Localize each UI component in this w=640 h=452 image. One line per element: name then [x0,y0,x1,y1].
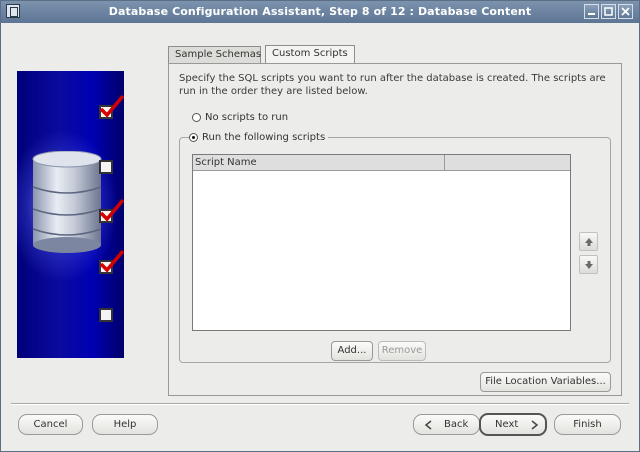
check-mark-icon [99,94,124,118]
maximize-button[interactable] [601,4,616,19]
remove-button[interactable]: Remove [378,341,426,361]
file-location-variables-button[interactable]: File Location Variables... [480,372,611,392]
cancel-button[interactable]: Cancel [18,414,83,435]
minimize-button[interactable] [584,4,599,19]
scripts-group: Script Name Add... Remove [179,137,611,363]
help-button[interactable]: Help [92,414,158,435]
database-icon [32,151,102,253]
title-bar[interactable]: Database Configuration Assistant, Step 8… [1,1,639,23]
no-scripts-option[interactable]: No scripts to run [192,110,288,124]
next-label: Next [495,419,519,430]
next-button[interactable]: Next [479,413,547,436]
wizard-progress-image [17,71,124,358]
run-scripts-radio[interactable] [189,132,198,142]
chevron-right-icon [531,420,539,430]
no-scripts-radio[interactable] [192,112,201,122]
chevron-left-icon [424,420,432,430]
run-scripts-option[interactable]: Run the following scripts [189,130,329,144]
close-button[interactable] [618,4,633,19]
maximize-icon [604,7,613,16]
tab-sample-schemas[interactable]: Sample Schemas [168,46,261,63]
step-checkbox [99,160,113,174]
minimize-icon [588,13,595,15]
instructions-text: Specify the SQL scripts you want to run … [179,73,606,97]
move-up-button[interactable] [579,232,598,251]
finish-button[interactable]: Finish [554,414,621,435]
check-mark-icon [99,198,124,222]
back-button[interactable]: Back [413,414,480,435]
footer-separator [11,403,629,405]
no-scripts-label: No scripts to run [205,111,289,123]
back-label: Back [444,419,469,430]
custom-scripts-panel: Specify the SQL scripts you want to run … [168,63,622,396]
window-title: Database Configuration Assistant, Step 8… [108,5,532,18]
column-header-script-name[interactable]: Script Name [193,155,445,170]
step-checkbox [99,308,113,322]
move-down-button[interactable] [579,255,598,274]
arrow-up-icon [585,238,593,246]
column-header-extra[interactable] [445,155,570,170]
run-scripts-label: Run the following scripts [202,131,326,143]
dbca-window: Database Configuration Assistant, Step 8… [0,0,640,452]
arrow-down-icon [585,261,593,269]
scripts-table[interactable]: Script Name [192,154,571,331]
check-mark-icon [99,249,124,273]
add-button[interactable]: Add... [331,341,373,361]
tab-custom-scripts[interactable]: Custom Scripts [265,45,355,64]
table-header: Script Name [193,155,570,171]
close-icon [621,7,630,16]
